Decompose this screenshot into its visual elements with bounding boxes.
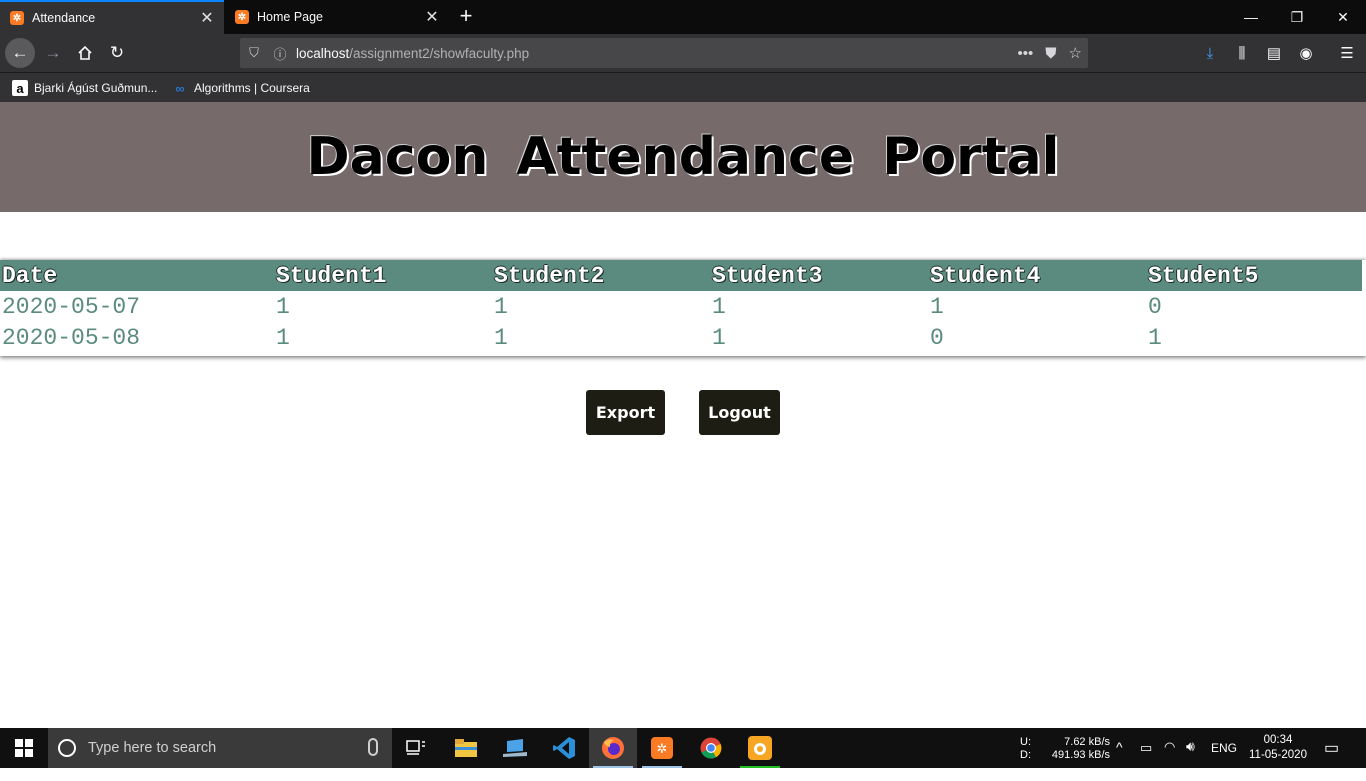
cell-student3: 1: [712, 324, 726, 351]
column-header-date: Date: [2, 262, 58, 289]
bookmark-label: Bjarki Ágúst Guðmun...: [34, 81, 158, 95]
home-icon[interactable]: [70, 38, 100, 68]
reload-icon[interactable]: ↻: [102, 38, 132, 68]
account-icon[interactable]: ◉: [1293, 40, 1319, 66]
coursera-icon: ∞: [175, 80, 185, 96]
tab-title: Attendance: [32, 11, 96, 25]
cell-student5: 0: [1148, 293, 1162, 320]
table-row: 2020-05-07 1 1 1 1 0: [0, 291, 1362, 322]
xampp-favicon-icon: ✲: [235, 10, 249, 24]
windows-start-icon[interactable]: [0, 728, 48, 768]
taskbar-search-box[interactable]: Type here to search: [48, 728, 392, 768]
forward-arrow-icon[interactable]: →: [38, 38, 68, 68]
new-tab-plus-icon[interactable]: +: [453, 4, 479, 30]
column-header-student1: Student1: [276, 262, 387, 289]
laptop-app-icon[interactable]: [491, 728, 539, 768]
task-view-icon[interactable]: [392, 728, 440, 768]
language-indicator[interactable]: ENG: [1211, 741, 1237, 781]
tray-chevron-up-icon[interactable]: ^: [1116, 739, 1123, 779]
file-explorer-icon[interactable]: [442, 728, 490, 768]
attendance-table-container: Date Student1 Student2 Student3 Student4…: [0, 260, 1366, 356]
cell-date: 2020-05-07: [2, 293, 141, 320]
column-header-student2: Student2: [494, 262, 605, 289]
restore-icon[interactable]: ❐: [1274, 0, 1320, 34]
bookmark-bjarki[interactable]: a Bjarki Ágúst Guðmun...: [12, 79, 157, 97]
export-button[interactable]: Export: [586, 390, 665, 435]
site-info-icon[interactable]: ⓘ: [270, 44, 290, 63]
xampp-icon[interactable]: ✲: [638, 728, 686, 768]
cell-student2: 1: [494, 293, 508, 320]
uc-browser-icon[interactable]: [736, 728, 784, 768]
back-arrow-icon[interactable]: ←: [5, 38, 35, 68]
cortana-circle-icon: [58, 739, 76, 757]
cell-student1: 1: [276, 324, 290, 351]
pocket-icon[interactable]: ⛊: [1045, 45, 1056, 62]
tab-title: Home Page: [257, 10, 324, 24]
minimize-icon[interactable]: —: [1228, 0, 1274, 34]
column-header-student4: Student4: [930, 262, 1041, 289]
bookmark-coursera[interactable]: ∞ Algorithms | Coursera: [172, 79, 310, 97]
page-header: Dacon Attendance Portal: [0, 102, 1366, 212]
cell-student3: 1: [712, 293, 726, 320]
firefox-taskbar-icon[interactable]: [589, 728, 637, 768]
microphone-icon[interactable]: [368, 738, 378, 756]
clock-date: 11-05-2020: [1249, 749, 1307, 761]
cell-student5: 1: [1148, 324, 1162, 351]
page-actions-icon[interactable]: •••: [1018, 45, 1034, 62]
net-up-label: U:: [1020, 736, 1031, 748]
wifi-icon[interactable]: ◠: [1164, 739, 1175, 779]
notifications-icon[interactable]: ▭: [1324, 738, 1339, 778]
column-header-student3: Student3: [712, 262, 823, 289]
cell-date: 2020-05-08: [2, 324, 141, 351]
net-down-label: D:: [1020, 749, 1031, 761]
net-down-speed: 491.93 kB/s: [1051, 749, 1110, 761]
column-header-student5: Student5: [1148, 262, 1259, 289]
cell-student4: 0: [930, 324, 944, 351]
bookmark-label: Algorithms | Coursera: [194, 81, 310, 95]
url-bar[interactable]: ⛉ ⓘ localhost/assignment2/showfaculty.ph…: [240, 38, 1088, 68]
sidebar-icon[interactable]: ▤: [1261, 40, 1287, 66]
downloads-icon[interactable]: ⤓: [1197, 40, 1223, 66]
chrome-icon[interactable]: [687, 728, 735, 768]
url-text[interactable]: localhost/assignment2/showfaculty.php: [296, 46, 529, 61]
close-tab-icon[interactable]: ✕: [198, 8, 216, 28]
table-header-row: Date Student1 Student2 Student3 Student4…: [0, 260, 1362, 291]
tab-attendance[interactable]: ✲ Attendance ✕: [0, 0, 224, 34]
net-speed-labels: U: D:: [1020, 736, 1031, 776]
clock[interactable]: 00:34 11-05-2020: [1246, 733, 1310, 773]
bookmark-star-icon[interactable]: ☆: [1069, 44, 1082, 62]
battery-icon[interactable]: ▭: [1140, 740, 1152, 780]
xampp-favicon-icon: ✲: [10, 11, 24, 25]
url-host: localhost: [296, 45, 350, 61]
attendance-table: Date Student1 Student2 Student3 Student4…: [0, 260, 1362, 353]
windows-taskbar: Type here to search ✲ U: D: 7.62 kB/s 49…: [0, 728, 1366, 768]
page-title: Dacon Attendance Portal: [306, 127, 1060, 187]
nav-toolbar: ← → ↻ ⛉ ⓘ localhost/assignment2/showfacu…: [0, 34, 1366, 72]
table-row: 2020-05-08 1 1 1 0 1: [0, 322, 1362, 353]
bookmarks-toolbar: a Bjarki Ágúst Guðmun... ∞ Algorithms | …: [0, 72, 1366, 102]
cell-student2: 1: [494, 324, 508, 351]
svg-text:✲: ✲: [657, 742, 668, 757]
logout-button[interactable]: Logout: [699, 390, 780, 435]
tracking-shield-icon[interactable]: ⛉: [244, 45, 264, 61]
cell-student1: 1: [276, 293, 290, 320]
search-placeholder: Type here to search: [88, 740, 217, 756]
net-speed-values: 7.62 kB/s 491.93 kB/s: [1040, 736, 1110, 776]
window-close-icon[interactable]: ✕: [1320, 0, 1366, 34]
tab-strip: ✲ Attendance ✕ ✲ Home Page ✕ + — ❐ ✕: [0, 0, 1366, 34]
menu-hamburger-icon[interactable]: ☰: [1334, 40, 1360, 66]
volume-icon[interactable]: 🔊︎: [1186, 738, 1195, 778]
page-content: Dacon Attendance Portal Date Student1 St…: [0, 102, 1366, 728]
cell-student4: 1: [930, 293, 944, 320]
net-up-speed: 7.62 kB/s: [1064, 736, 1110, 748]
amazon-icon: a: [12, 80, 28, 96]
url-path: /assignment2/showfaculty.php: [349, 45, 530, 61]
close-tab-icon[interactable]: ✕: [423, 7, 441, 27]
library-icon[interactable]: ⫼: [1229, 40, 1255, 66]
tab-home-page[interactable]: ✲ Home Page ✕: [225, 0, 449, 34]
clock-time: 00:34: [1263, 734, 1293, 746]
vscode-icon[interactable]: [540, 728, 588, 768]
